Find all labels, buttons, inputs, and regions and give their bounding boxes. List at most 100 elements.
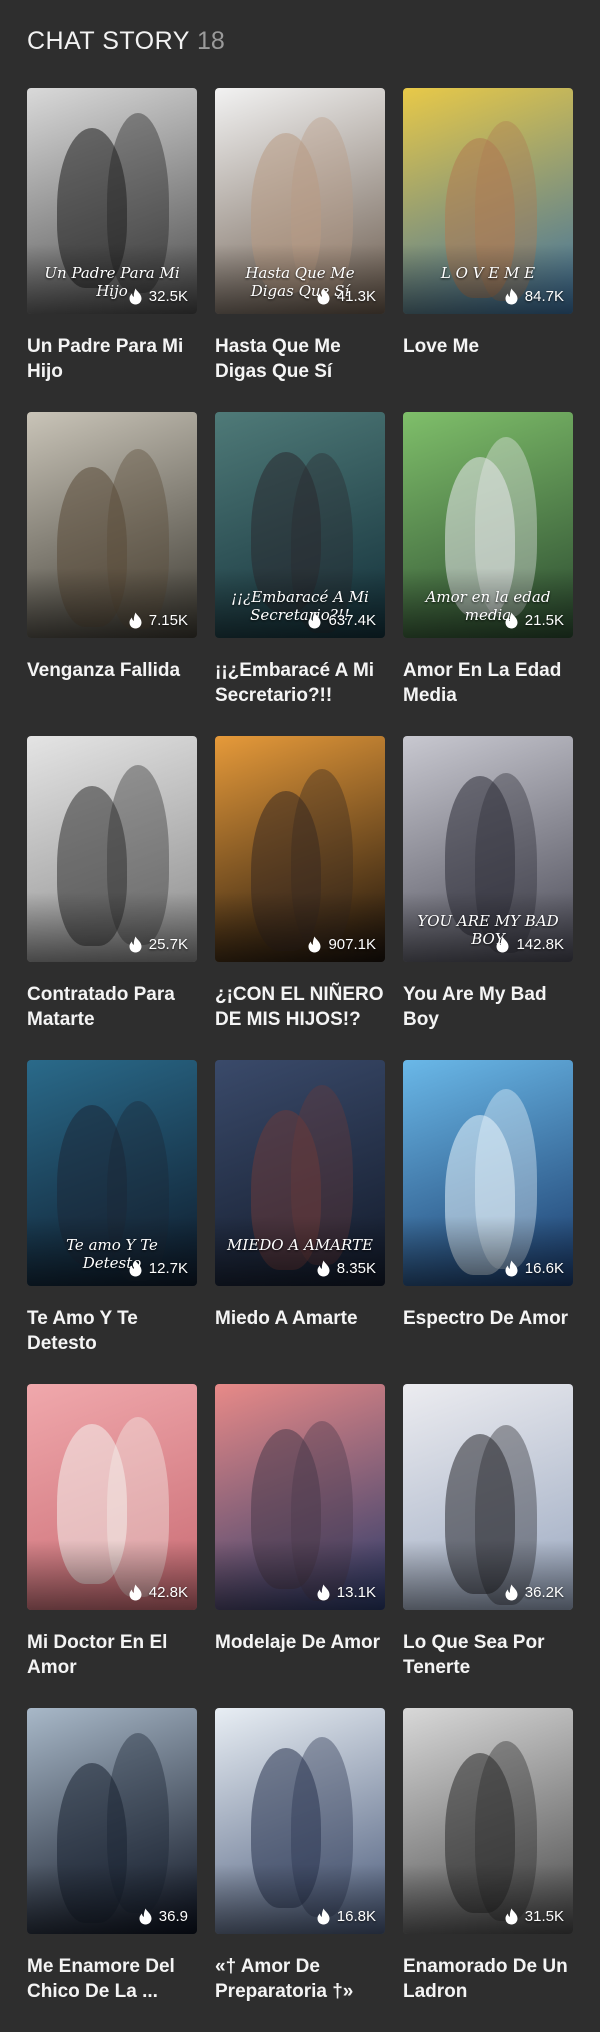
story-cover[interactable]: Amor en la edad media 21.5K [403,412,573,638]
flame-icon [138,1908,153,1925]
flame-icon [504,1908,519,1925]
flame-icon [307,612,322,629]
read-count-value: 16.6K [524,1260,564,1277]
read-count: 42.8K [128,1584,188,1601]
story-cover[interactable]: 36.2K [403,1384,573,1610]
flame-icon [504,1260,519,1277]
story-title[interactable]: Miedo A Amarte [215,1306,385,1331]
story-grid: Un Padre Para Mi Hijo 32.5K Un Padre Para … [27,88,573,2032]
read-count: 142.8K [495,936,564,953]
story-card[interactable]: MIEDO A AMARTE 8.35K Miedo A Amarte [215,1060,385,1384]
story-cover[interactable]: Hasta Que Me Digas Que Sí 41.3K [215,88,385,314]
flame-icon [316,1260,331,1277]
flame-icon [504,288,519,305]
story-card[interactable]: 36.2K Lo Que Sea Por Tenerte [403,1384,573,1708]
flame-icon [316,288,331,305]
read-count-value: 21.5K [524,612,564,629]
story-cover[interactable]: Te amo Y Te Detesto 12.7K [27,1060,197,1286]
read-count: 32.5K [128,288,188,305]
story-title[interactable]: ¿¡CON EL NIÑERO DE MIS HIJOS!? [215,982,385,1032]
story-title[interactable]: Te Amo Y Te Detesto [27,1306,197,1356]
read-count: 637.4K [307,612,376,629]
flame-icon [128,1584,143,1601]
story-card[interactable]: 36.9 Me Enamore Del Chico De La ... [27,1708,197,2032]
flame-icon [307,936,322,953]
story-cover[interactable]: 42.8K [27,1384,197,1610]
story-cover[interactable]: 907.1K [215,736,385,962]
story-card[interactable]: 31.5K Enamorado De Un Ladron [403,1708,573,2032]
story-card[interactable]: 13.1K Modelaje De Amor [215,1384,385,1708]
story-title[interactable]: Un Padre Para Mi Hijo [27,334,197,384]
story-title[interactable]: ¡¡¿Embaracé A Mi Secretario?!! [215,658,385,708]
story-title[interactable]: Modelaje De Amor [215,1630,385,1655]
story-cover[interactable]: 7.15K [27,412,197,638]
story-cover[interactable]: L O V E M E 84.7K [403,88,573,314]
read-count: 36.2K [504,1584,564,1601]
story-title[interactable]: Mi Doctor En El Amor [27,1630,197,1680]
read-count: 41.3K [316,288,376,305]
story-card[interactable]: 42.8K Mi Doctor En El Amor [27,1384,197,1708]
read-count-value: 907.1K [328,936,376,953]
story-card[interactable]: 907.1K ¿¡CON EL NIÑERO DE MIS HIJOS!? [215,736,385,1060]
read-count-value: 36.2K [524,1584,564,1601]
read-count: 16.8K [316,1908,376,1925]
story-title[interactable]: Love Me [403,334,573,359]
read-count: 16.6K [504,1260,564,1277]
story-card[interactable]: L O V E M E 84.7K Love Me [403,88,573,412]
story-card[interactable]: Te amo Y Te Detesto 12.7K Te Amo Y Te Dete… [27,1060,197,1384]
story-card[interactable]: ¡¡¿Embaracé A Mi Secretario?!! 637.4K ¡¡¿E… [215,412,385,736]
story-card[interactable]: 25.7K Contratado Para Matarte [27,736,197,1060]
flame-icon [495,936,510,953]
flame-icon [128,1260,143,1277]
flame-icon [128,612,143,629]
read-count: 8.35K [316,1260,376,1277]
story-cover[interactable]: 16.6K [403,1060,573,1286]
read-count: 7.15K [128,612,188,629]
read-count-value: 16.8K [336,1908,376,1925]
story-title[interactable]: Lo Que Sea Por Tenerte [403,1630,573,1680]
story-cover[interactable]: 25.7K [27,736,197,962]
flame-icon [128,288,143,305]
story-title[interactable]: Amor En La Edad Media [403,658,573,708]
story-card[interactable]: Hasta Que Me Digas Que Sí 41.3K Hasta Que … [215,88,385,412]
story-cover[interactable]: YOU ARE MY BAD BOY 142.8K [403,736,573,962]
story-card[interactable]: Amor en la edad media 21.5K Amor En La Eda… [403,412,573,736]
read-count: 31.5K [504,1908,564,1925]
story-cover[interactable]: 16.8K [215,1708,385,1934]
story-title[interactable]: Hasta Que Me Digas Que Sí [215,334,385,384]
read-count-value: 84.7K [524,288,564,305]
story-card[interactable]: 16.8K «† Amor De Preparatoria †» [215,1708,385,2032]
story-title[interactable]: Venganza Fallida [27,658,197,683]
story-cover[interactable]: ¡¡¿Embaracé A Mi Secretario?!! 637.4K [215,412,385,638]
read-count-value: 32.5K [148,288,188,305]
story-title[interactable]: Espectro De Amor [403,1306,573,1331]
read-count-value: 42.8K [148,1584,188,1601]
section-title: CHAT STORY [27,27,190,55]
flame-icon [504,1584,519,1601]
read-count-value: 36.9 [158,1908,188,1925]
story-title[interactable]: «† Amor De Preparatoria †» [215,1954,385,2004]
story-cover[interactable]: MIEDO A AMARTE 8.35K [215,1060,385,1286]
story-card[interactable]: Un Padre Para Mi Hijo 32.5K Un Padre Para … [27,88,197,412]
story-cover[interactable]: Un Padre Para Mi Hijo 32.5K [27,88,197,314]
story-cover[interactable]: 36.9 [27,1708,197,1934]
read-count: 25.7K [128,936,188,953]
read-count-value: 142.8K [516,936,564,953]
read-count-value: 12.7K [148,1260,188,1277]
read-count: 907.1K [307,936,376,953]
story-cover[interactable]: 31.5K [403,1708,573,1934]
story-card[interactable]: 16.6K Espectro De Amor [403,1060,573,1384]
read-count-value: 31.5K [524,1908,564,1925]
read-count: 36.9 [138,1908,188,1925]
flame-icon [316,1584,331,1601]
story-title[interactable]: You Are My Bad Boy [403,982,573,1032]
story-title[interactable]: Contratado Para Matarte [27,982,197,1032]
read-count: 21.5K [504,612,564,629]
story-card[interactable]: YOU ARE MY BAD BOY 142.8K You Are My Bad B… [403,736,573,1060]
flame-icon [128,936,143,953]
flame-icon [316,1908,331,1925]
story-title[interactable]: Me Enamore Del Chico De La ... [27,1954,197,2004]
story-cover[interactable]: 13.1K [215,1384,385,1610]
story-card[interactable]: 7.15K Venganza Fallida [27,412,197,736]
story-title[interactable]: Enamorado De Un Ladron [403,1954,573,2004]
